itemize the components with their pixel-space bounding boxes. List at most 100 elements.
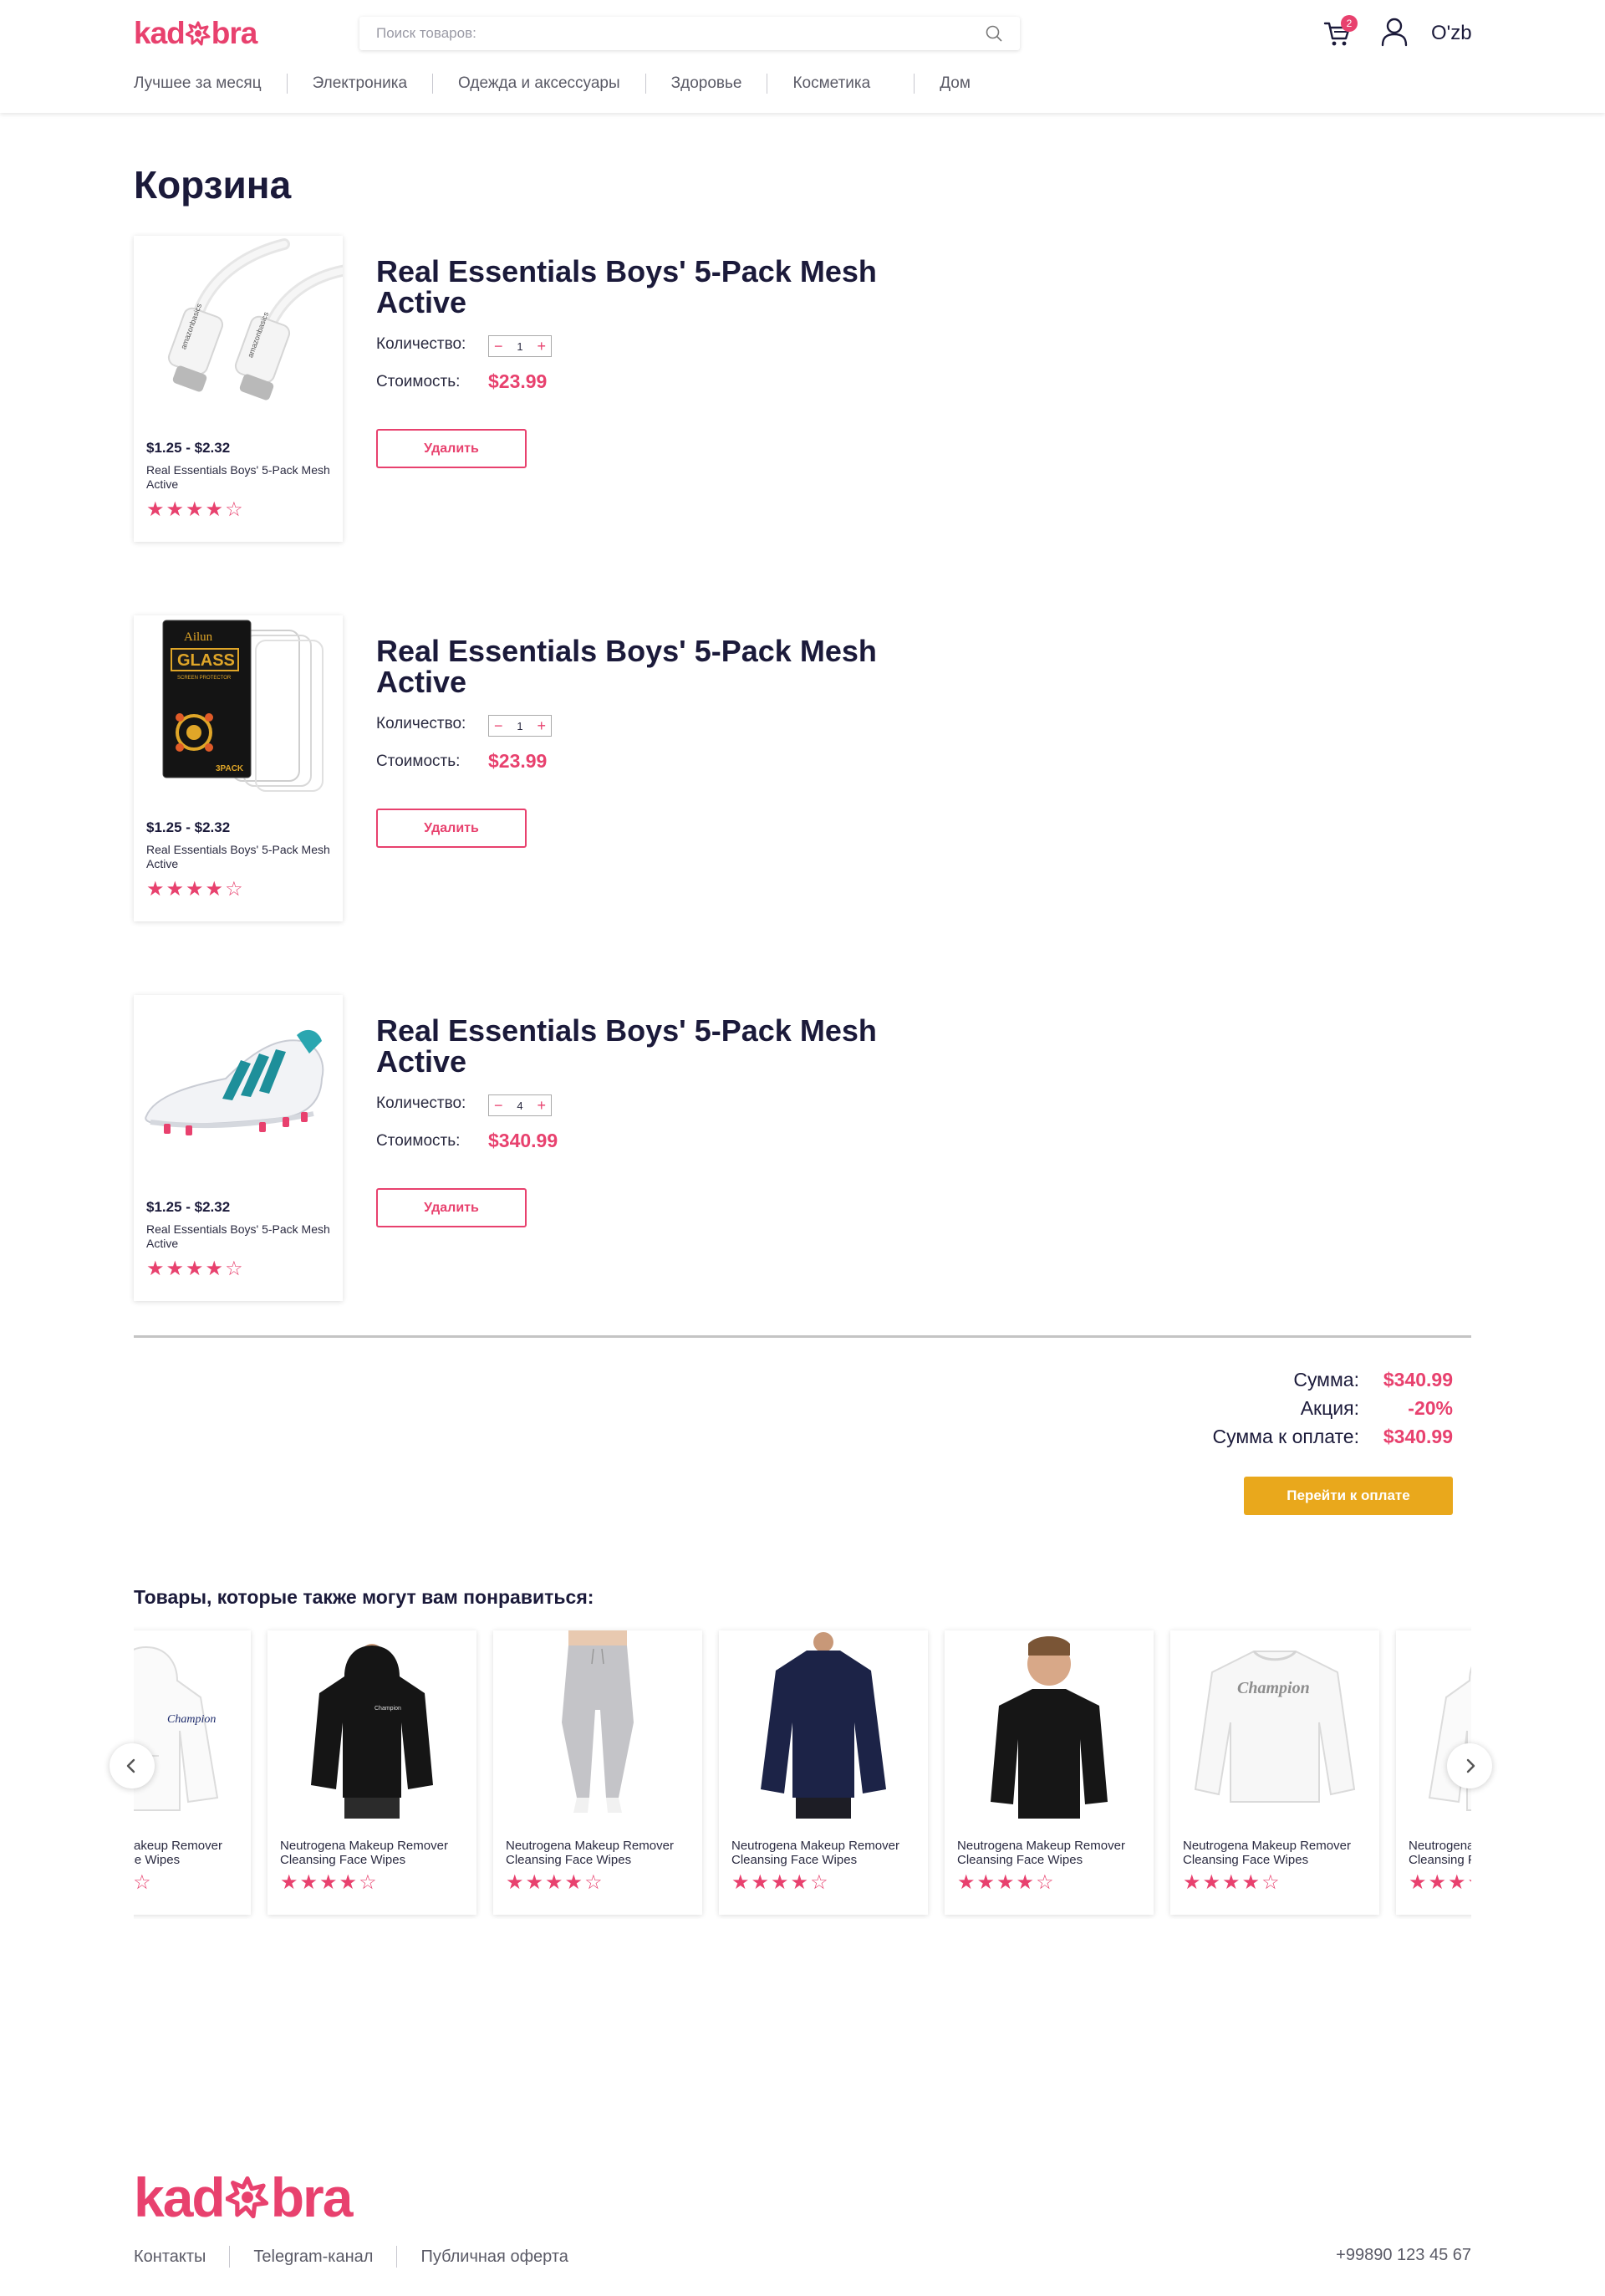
logo-star-icon — [225, 2176, 268, 2219]
cart-item-title[interactable]: Real Essentials Boys' 5-Pack Mesh Active — [376, 256, 920, 318]
increase-quantity-button[interactable]: + — [537, 1097, 546, 1115]
star-empty-icon: ☆ — [225, 498, 245, 521]
product-name: Real Essentials Boys' 5-Pack Mesh Active — [146, 463, 330, 491]
delete-button[interactable]: Удалить — [376, 429, 527, 468]
star-filled-icon: ★ — [1468, 1871, 1471, 1894]
checkout-button[interactable]: Перейти к оплате — [1244, 1477, 1453, 1515]
star-filled-icon: ★ — [957, 1871, 977, 1894]
star-filled-icon: ★ — [976, 1871, 997, 1894]
search-icon[interactable] — [985, 24, 1003, 43]
star-filled-icon: ★ — [771, 1871, 791, 1894]
page-title: Корзина — [134, 163, 292, 207]
cart-item: Ailun GLASS SCREEN PROTECTOR 3PACK $1.25… — [134, 615, 970, 921]
footer-links: Контакты Telegram-канал Публичная оферта — [134, 2246, 568, 2268]
nav-divider — [645, 74, 646, 94]
star-empty-icon: ☆ — [134, 1871, 153, 1894]
user-icon[interactable] — [1381, 17, 1408, 47]
star-filled-icon: ★ — [790, 1871, 811, 1894]
product-card[interactable]: Ailun GLASS SCREEN PROTECTOR 3PACK $1.25… — [134, 615, 343, 921]
footer-link-public-offer[interactable]: Публичная оферта — [420, 2248, 568, 2267]
star-filled-icon: ★ — [1202, 1871, 1223, 1894]
star-empty-icon: ☆ — [1036, 1871, 1056, 1894]
star-filled-icon: ★ — [146, 878, 166, 901]
star-filled-icon: ★ — [299, 1871, 320, 1894]
item-cost: $23.99 — [488, 370, 548, 392]
search-input[interactable] — [376, 25, 985, 42]
star-filled-icon: ★ — [545, 1871, 565, 1894]
svg-text:Champion: Champion — [374, 1706, 401, 1712]
category-nav: Лучшее за месяц Электроника Одежда и акс… — [134, 74, 971, 94]
star-filled-icon: ★ — [525, 1871, 546, 1894]
quantity-label: Количество: — [376, 335, 466, 353]
recommended-product-card[interactable]: Champion Neutrogena Makeup Remover Clean… — [268, 1630, 476, 1915]
cost-label: Стоимость: — [376, 373, 461, 390]
sum-value: $340.99 — [1383, 1369, 1453, 1390]
rating-stars: ★★★★☆ — [146, 1257, 245, 1281]
star-filled-icon: ★ — [166, 498, 186, 521]
summary-row-promo: Акция: -20% — [1003, 1397, 1453, 1426]
recommended-product-card[interactable]: Neutrogena Makeup Remover Cleansing Face… — [945, 1630, 1154, 1915]
cart-item-title[interactable]: Real Essentials Boys' 5-Pack Mesh Active — [376, 1015, 920, 1077]
summary-row-total: Сумма к оплате: $340.99 — [1003, 1426, 1453, 1454]
logo[interactable]: kad bra — [134, 16, 257, 50]
cost-label: Стоимость: — [376, 1132, 461, 1150]
increase-quantity-button[interactable]: + — [537, 717, 546, 735]
nav-item-clothing[interactable]: Одежда и аксессуары — [458, 74, 620, 93]
nav-item-home[interactable]: Дом — [940, 74, 971, 93]
product-card[interactable]: $1.25 - $2.32 Real Essentials Boys' 5-Pa… — [134, 995, 343, 1301]
nav-item-health[interactable]: Здоровье — [671, 74, 742, 93]
nav-item-cosmetics[interactable]: Косметика — [792, 74, 870, 93]
rating-stars: ★★★★☆ — [280, 1870, 379, 1895]
logo-text-left: kad — [134, 16, 186, 50]
cart-count-badge: 2 — [1341, 15, 1358, 32]
star-empty-icon: ☆ — [1261, 1871, 1281, 1894]
star-filled-icon: ★ — [166, 878, 186, 901]
rating-stars: ★★★★☆ — [146, 877, 245, 901]
star-filled-icon: ★ — [564, 1871, 585, 1894]
logo-star-icon — [185, 21, 211, 46]
star-filled-icon: ★ — [186, 878, 206, 901]
decrease-quantity-button[interactable]: − — [494, 1097, 503, 1115]
svg-text:Champion: Champion — [1237, 1679, 1310, 1697]
quantity-stepper: − 1 + — [488, 335, 552, 357]
language-switch[interactable]: O'zb — [1431, 22, 1472, 45]
star-filled-icon: ★ — [280, 1871, 300, 1894]
nav-item-electronics[interactable]: Электроника — [313, 74, 407, 93]
footer-link-contacts[interactable]: Контакты — [134, 2248, 206, 2267]
increase-quantity-button[interactable]: + — [537, 338, 546, 355]
product-image-white-hoodie: Champion — [1396, 1630, 1471, 1819]
delete-button[interactable]: Удалить — [376, 809, 527, 848]
decrease-quantity-button[interactable]: − — [494, 338, 503, 355]
star-filled-icon: ★ — [186, 498, 206, 521]
star-filled-icon: ★ — [205, 498, 226, 521]
footer-logo[interactable]: kad bra — [134, 2166, 353, 2228]
sum-label: Сумма: — [1293, 1369, 1359, 1390]
product-image-black-hoodie: Champion — [268, 1630, 476, 1819]
product-card[interactable]: amazonbasics amazonbasics $1.25 - $2.32 … — [134, 236, 343, 542]
product-name: Neutrogena Makeup Remover Cleansing Face… — [957, 1839, 1125, 1867]
star-filled-icon: ★ — [1448, 1871, 1468, 1894]
star-filled-icon: ★ — [205, 878, 226, 901]
nav-divider — [286, 74, 288, 94]
star-filled-icon: ★ — [319, 1871, 339, 1894]
carousel-next-button[interactable] — [1447, 1743, 1492, 1788]
cart-item-title[interactable]: Real Essentials Boys' 5-Pack Mesh Active — [376, 635, 920, 697]
recommended-product-card[interactable]: Neutrogena Makeup Remover Cleansing Face… — [493, 1630, 702, 1915]
quantity-value: 4 — [517, 1099, 523, 1112]
recommendations-title: Товары, которые также могут вам понравит… — [134, 1586, 594, 1608]
nav-item-best-of-month[interactable]: Лучшее за месяц — [134, 74, 262, 93]
star-filled-icon: ★ — [205, 1258, 226, 1280]
decrease-quantity-button[interactable]: − — [494, 717, 503, 735]
quantity-value: 1 — [517, 719, 523, 732]
carousel-prev-button[interactable] — [110, 1743, 155, 1788]
footer-phone[interactable]: +99890 123 45 67 — [1336, 2246, 1471, 2265]
recommended-product-card[interactable]: Neutrogena Makeup Remover Cleansing Face… — [719, 1630, 928, 1915]
delete-button[interactable]: Удалить — [376, 1188, 527, 1227]
footer-link-telegram[interactable]: Telegram-канал — [253, 2248, 373, 2267]
star-empty-icon: ☆ — [810, 1871, 830, 1894]
recommended-product-card[interactable]: Champion Neutrogena Makeup Remover Clean… — [1170, 1630, 1379, 1915]
chevron-left-icon — [126, 1758, 135, 1773]
star-empty-icon: ☆ — [225, 878, 245, 901]
star-filled-icon: ★ — [339, 1871, 359, 1894]
star-filled-icon: ★ — [506, 1871, 526, 1894]
